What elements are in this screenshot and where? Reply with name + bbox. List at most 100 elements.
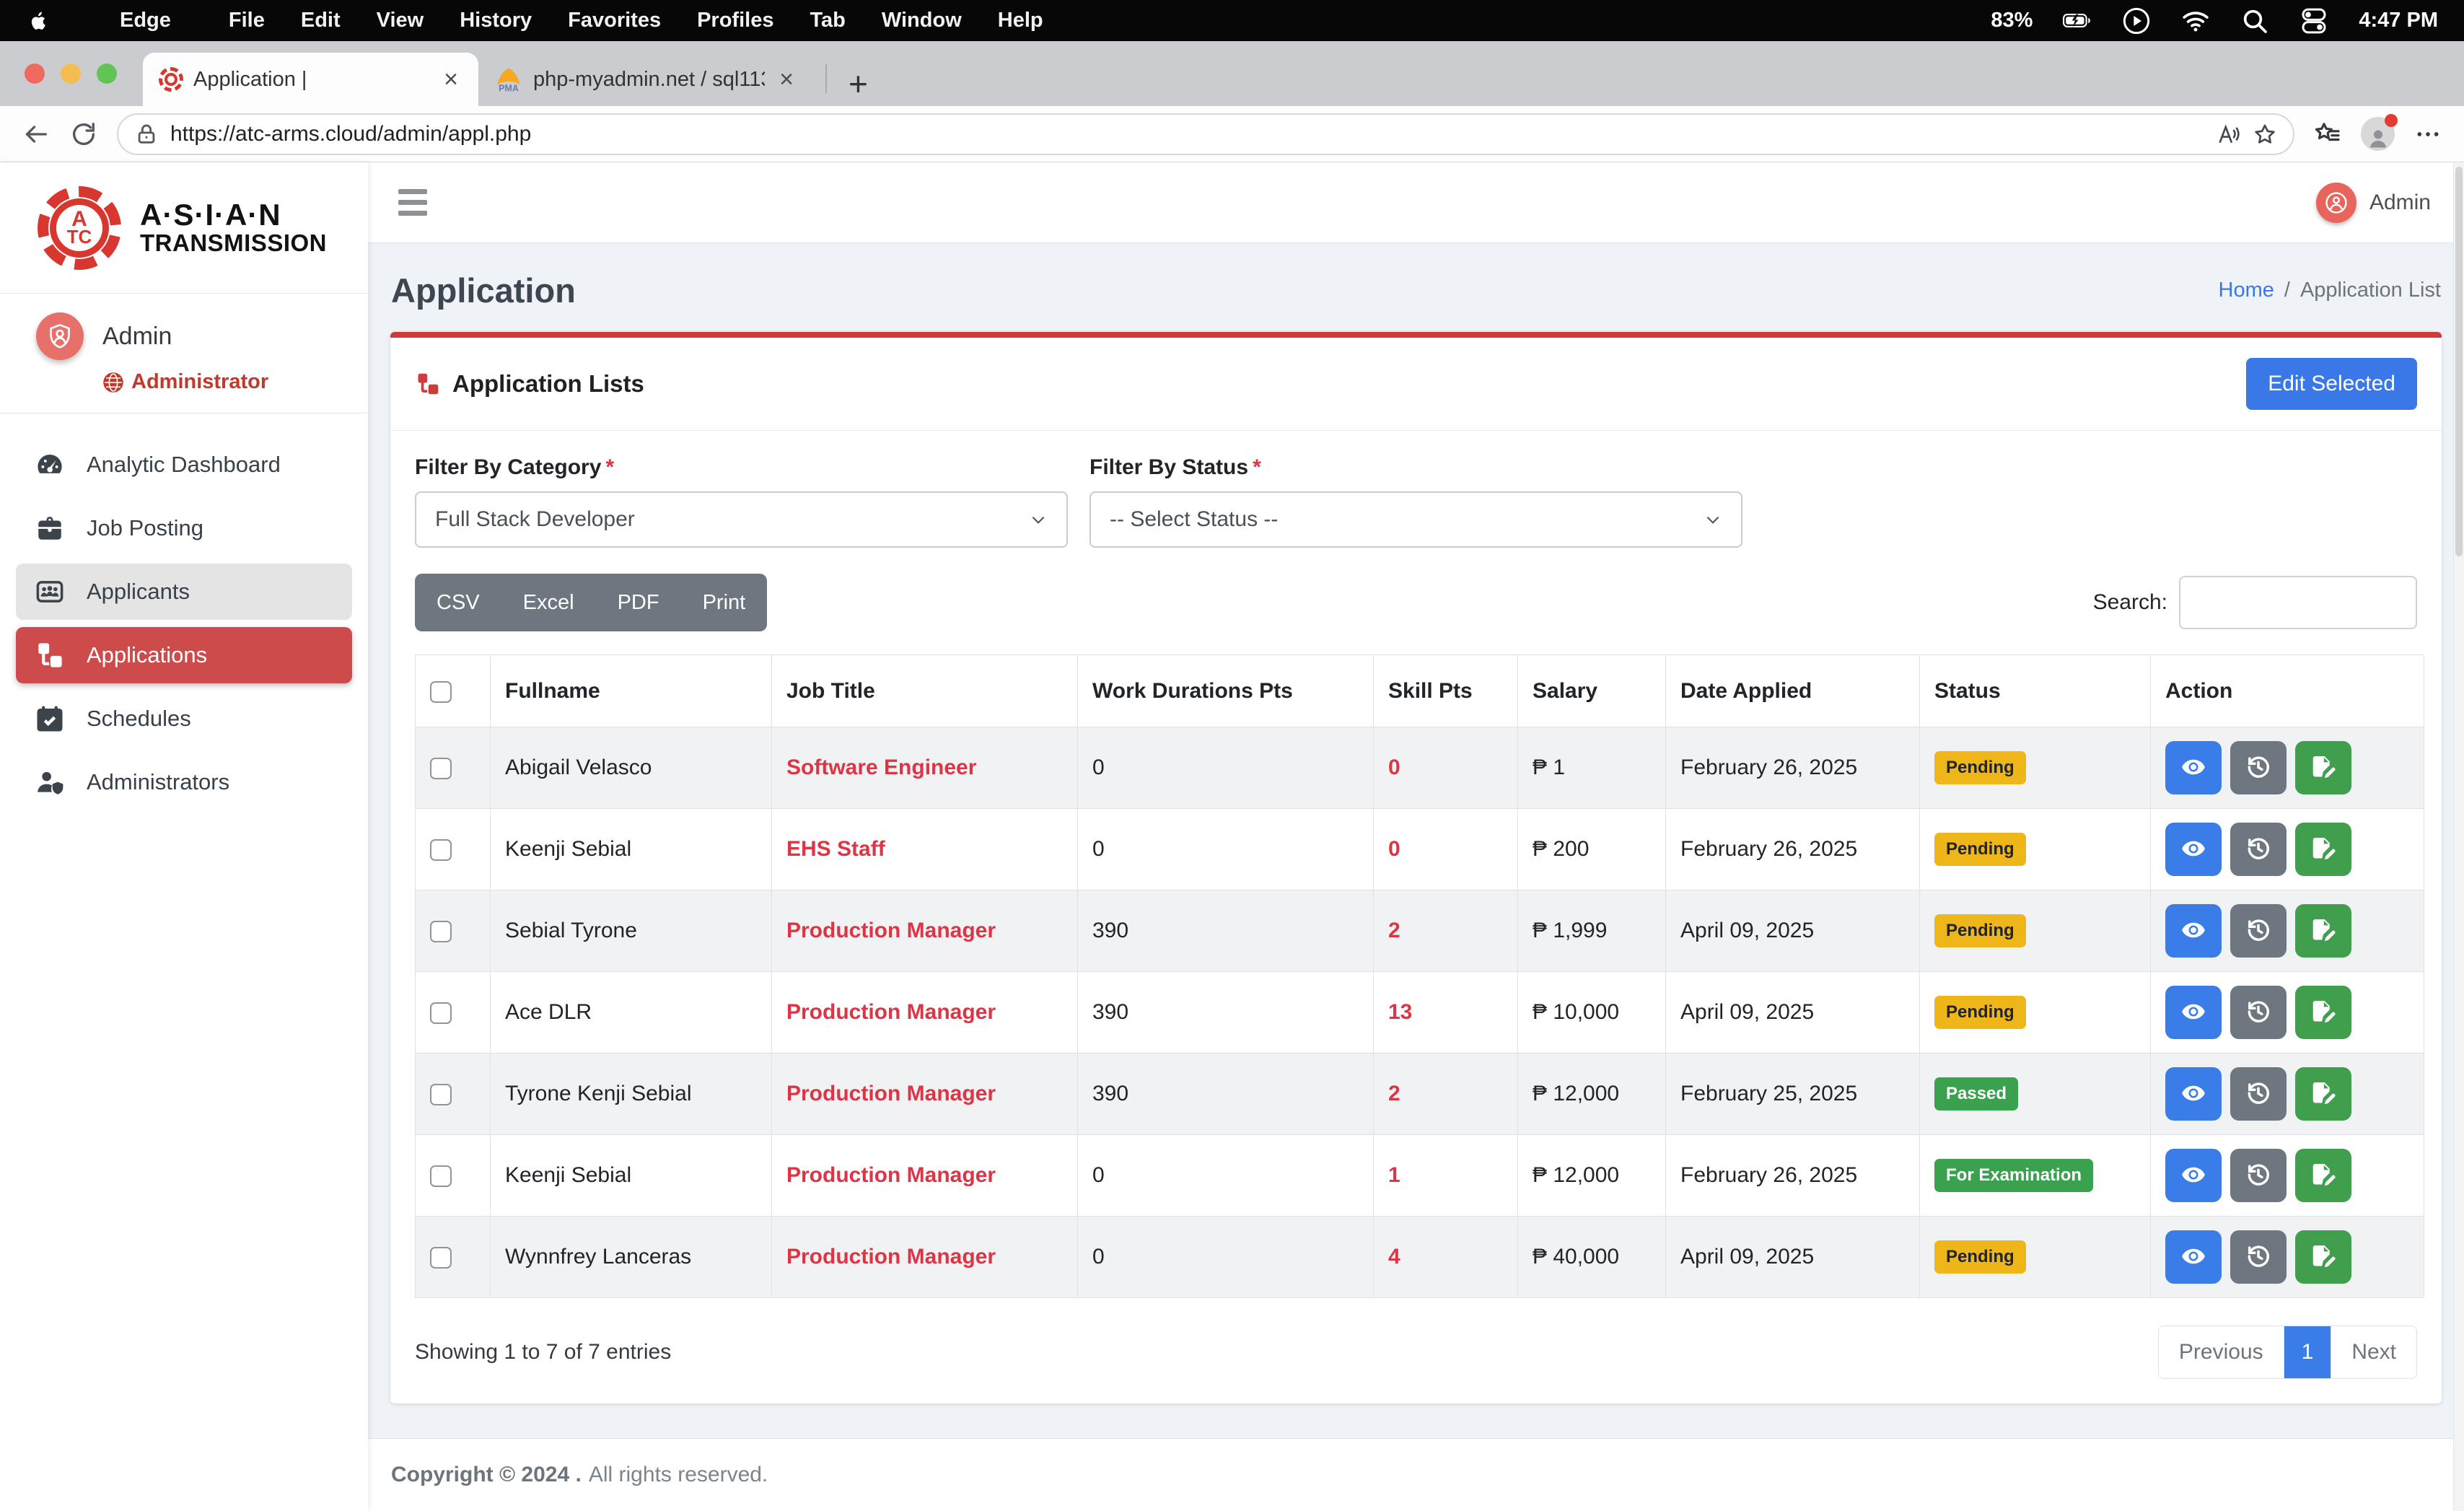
header-job-title[interactable]: Job Title bbox=[772, 655, 1078, 727]
breadcrumb-home-link[interactable]: Home bbox=[2219, 279, 2274, 302]
header-status[interactable]: Status bbox=[1920, 655, 2151, 727]
menubar-item-edit[interactable]: Edit bbox=[301, 9, 341, 32]
export-pdf-button[interactable]: PDF bbox=[596, 574, 681, 631]
job-title-link[interactable]: Production Manager bbox=[786, 919, 996, 942]
sidebar-item-job-posting[interactable]: Job Posting bbox=[16, 500, 352, 556]
filter-category-select[interactable]: Full Stack Developer bbox=[415, 491, 1068, 548]
window-minimize-button[interactable] bbox=[61, 63, 81, 84]
history-button[interactable] bbox=[2230, 1230, 2287, 1284]
window-close-button[interactable] bbox=[25, 63, 45, 84]
header-action[interactable]: Action bbox=[2151, 655, 2424, 727]
export-csv-button[interactable]: CSV bbox=[415, 574, 501, 631]
edit-button[interactable] bbox=[2295, 986, 2351, 1039]
view-button[interactable] bbox=[2165, 986, 2222, 1039]
pagination-page-1[interactable]: 1 bbox=[2284, 1326, 2331, 1378]
read-aloud-icon[interactable] bbox=[2217, 122, 2241, 146]
row-checkbox[interactable] bbox=[430, 1084, 452, 1105]
hamburger-menu-icon[interactable] bbox=[394, 185, 431, 220]
row-checkbox[interactable] bbox=[430, 839, 452, 861]
sidebar-item-applicants[interactable]: Applicants bbox=[16, 564, 352, 620]
view-button[interactable] bbox=[2165, 741, 2222, 794]
row-checkbox[interactable] bbox=[430, 1002, 452, 1024]
job-title-link[interactable]: Production Manager bbox=[786, 1163, 996, 1187]
url-text[interactable]: https://atc-arms.cloud/admin/appl.php bbox=[170, 122, 2205, 146]
favorites-list-icon[interactable] bbox=[2313, 120, 2342, 149]
edit-selected-button[interactable]: Edit Selected bbox=[2246, 358, 2417, 410]
wifi-icon[interactable] bbox=[2181, 9, 2210, 33]
menubar-item-profiles[interactable]: Profiles bbox=[697, 9, 773, 32]
job-title-link[interactable]: Production Manager bbox=[786, 1245, 996, 1269]
select-all-checkbox[interactable] bbox=[430, 681, 452, 703]
menubar-item-view[interactable]: View bbox=[377, 9, 424, 32]
lock-icon[interactable] bbox=[134, 122, 159, 146]
view-button[interactable] bbox=[2165, 823, 2222, 876]
history-button[interactable] bbox=[2230, 1067, 2287, 1121]
row-checkbox[interactable] bbox=[430, 1165, 452, 1187]
header-date-applied[interactable]: Date Applied bbox=[1666, 655, 1920, 727]
more-menu-icon[interactable] bbox=[2413, 120, 2442, 149]
view-button[interactable] bbox=[2165, 1067, 2222, 1121]
filter-status-select[interactable]: -- Select Status -- bbox=[1089, 491, 1742, 548]
header-skill-pts[interactable]: Skill Pts bbox=[1374, 655, 1518, 727]
history-button[interactable] bbox=[2230, 986, 2287, 1039]
sidebar-user-name[interactable]: Admin bbox=[102, 323, 172, 351]
address-bar[interactable]: https://atc-arms.cloud/admin/appl.php bbox=[117, 113, 2294, 155]
row-checkbox[interactable] bbox=[430, 1247, 452, 1269]
back-icon[interactable] bbox=[22, 120, 51, 149]
tab-close-icon[interactable]: × bbox=[439, 67, 462, 92]
menubar-item-tab[interactable]: Tab bbox=[810, 9, 845, 32]
header-salary[interactable]: Salary bbox=[1518, 655, 1666, 727]
reload-icon[interactable] bbox=[69, 120, 98, 149]
export-excel-button[interactable]: Excel bbox=[501, 574, 596, 631]
pagination-next[interactable]: Next bbox=[2331, 1326, 2416, 1378]
sidebar-item-administrators[interactable]: Administrators bbox=[16, 754, 352, 810]
menubar-item-history[interactable]: History bbox=[460, 9, 532, 32]
page-scrollbar[interactable] bbox=[2453, 162, 2464, 1511]
profile-avatar[interactable] bbox=[2361, 117, 2395, 151]
tab-phpmyadmin[interactable]: PMA php-myadmin.net / sql113.infini × bbox=[478, 53, 814, 106]
job-title-link[interactable]: Production Manager bbox=[786, 1082, 996, 1105]
row-checkbox[interactable] bbox=[430, 758, 452, 779]
history-button[interactable] bbox=[2230, 1149, 2287, 1202]
tab-application[interactable]: Application | × bbox=[143, 53, 478, 106]
apple-icon[interactable] bbox=[26, 9, 51, 33]
menubar-item-window[interactable]: Window bbox=[882, 9, 962, 32]
view-button[interactable] bbox=[2165, 904, 2222, 958]
tab-close-icon[interactable]: × bbox=[775, 67, 798, 92]
edit-button[interactable] bbox=[2295, 823, 2351, 876]
window-zoom-button[interactable] bbox=[97, 63, 117, 84]
menubar-item-help[interactable]: Help bbox=[998, 9, 1043, 32]
job-title-link[interactable]: Software Engineer bbox=[786, 756, 976, 779]
edit-button[interactable] bbox=[2295, 1067, 2351, 1121]
play-circle-icon[interactable] bbox=[2122, 9, 2151, 33]
view-button[interactable] bbox=[2165, 1230, 2222, 1284]
favorite-star-icon[interactable] bbox=[2253, 122, 2277, 146]
new-tab-button[interactable]: + bbox=[838, 67, 878, 100]
edit-button[interactable] bbox=[2295, 741, 2351, 794]
edit-button[interactable] bbox=[2295, 904, 2351, 958]
sidebar-item-analytic-dashboard[interactable]: Analytic Dashboard bbox=[16, 437, 352, 493]
history-button[interactable] bbox=[2230, 741, 2287, 794]
export-print-button[interactable]: Print bbox=[681, 574, 768, 631]
menubar-item-file[interactable]: File bbox=[229, 9, 265, 32]
pagination-previous[interactable]: Previous bbox=[2159, 1326, 2284, 1378]
header-fullname[interactable]: Fullname bbox=[491, 655, 772, 727]
menubar-item-favorites[interactable]: Favorites bbox=[568, 9, 661, 32]
control-center-icon[interactable] bbox=[2299, 9, 2328, 33]
menubar-clock[interactable]: 4:47 PM bbox=[2359, 9, 2438, 32]
edit-button[interactable] bbox=[2295, 1149, 2351, 1202]
brand-logo[interactable]: ATC A·S·I·A·N TRANSMISSION bbox=[0, 162, 368, 294]
history-button[interactable] bbox=[2230, 823, 2287, 876]
sidebar-item-applications[interactable]: Applications bbox=[16, 627, 352, 683]
search-input[interactable] bbox=[2179, 576, 2417, 629]
history-button[interactable] bbox=[2230, 904, 2287, 958]
job-title-link[interactable]: Production Manager bbox=[786, 1000, 996, 1024]
topnav-user-menu[interactable]: Admin bbox=[2316, 183, 2431, 223]
header-work-durations[interactable]: Work Durations Pts bbox=[1078, 655, 1374, 727]
sidebar-item-schedules[interactable]: Schedules bbox=[16, 691, 352, 747]
battery-charging-icon[interactable] bbox=[2063, 9, 2092, 33]
job-title-link[interactable]: EHS Staff bbox=[786, 837, 885, 861]
view-button[interactable] bbox=[2165, 1149, 2222, 1202]
row-checkbox[interactable] bbox=[430, 921, 452, 942]
spotlight-search-icon[interactable] bbox=[2240, 9, 2269, 33]
